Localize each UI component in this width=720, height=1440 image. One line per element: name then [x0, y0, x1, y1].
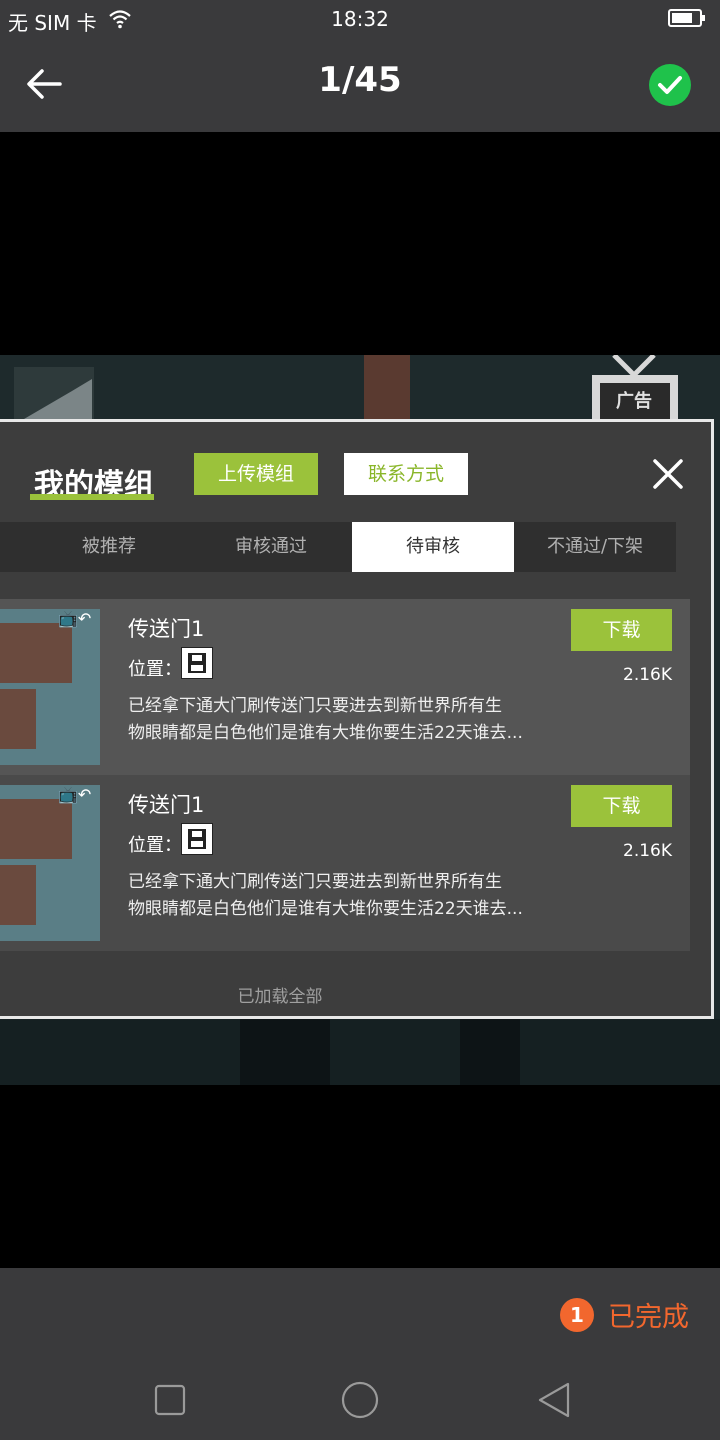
done-button[interactable]: 已完成	[608, 1295, 689, 1334]
mod-name: 传送门1	[128, 617, 205, 641]
svg-text:广告: 广告	[616, 390, 652, 412]
mod-list-item[interactable]: 📺↶ 传送门1 位置： 已经拿下通大门刷传送门只要进去到新世界所有生 物眼睛都是…	[0, 775, 690, 951]
tv-icon: 📺↶	[58, 609, 92, 628]
mod-name: 传送门1	[128, 793, 205, 817]
top-bar: 无 SIM 卡 18:32 1/45	[0, 0, 720, 132]
my-mods-panel: 我的模组 上传模组 联系方式 被推荐 审核通过 待审核 不通过/下架 📺↶ 传送…	[0, 419, 714, 1019]
home-icon[interactable]	[340, 1380, 380, 1420]
close-icon[interactable]	[652, 458, 684, 490]
game-background-block	[240, 1019, 330, 1085]
status-bar: 无 SIM 卡 18:32	[0, 0, 720, 40]
bottom-bar: 1 已完成	[0, 1268, 720, 1440]
contact-button[interactable]: 联系方式	[344, 453, 468, 495]
mod-thumbnail: 📺↶	[0, 609, 100, 765]
mod-thumbnail: 📺↶	[0, 785, 100, 941]
thumbnail-brick	[0, 689, 36, 749]
description-line: 物眼睛都是白色他们是谁有大堆你要生活22天谁去...	[128, 899, 523, 919]
download-button[interactable]: 下载	[571, 785, 672, 827]
back-triangle-icon[interactable]	[534, 1380, 574, 1420]
game-background-block	[460, 1019, 520, 1085]
done-count-badge[interactable]: 1	[560, 1298, 594, 1332]
location-label: 位置：	[128, 659, 182, 680]
location-label: 位置：	[128, 835, 182, 856]
nav-bar: 1/45	[0, 40, 720, 132]
all-loaded-footer: 已加载全部	[237, 987, 323, 1007]
description-line: 物眼睛都是白色他们是谁有大堆你要生活22天谁去...	[128, 723, 523, 743]
save-slot-icon	[181, 823, 213, 855]
mod-list-item[interactable]: 📺↶ 传送门1 位置： 已经拿下通大门刷传送门只要进去到新世界所有生 物眼睛都是…	[0, 599, 690, 775]
ad-tv-icon: 广告	[592, 355, 678, 419]
upload-mod-button[interactable]: 上传模组	[194, 453, 318, 495]
download-button[interactable]: 下载	[571, 609, 672, 651]
preview-image: 广告 我的模组 上传模组 联系方式 被推荐 审核通过 待审核 不通过/下架 📺↶…	[0, 355, 720, 1085]
tab-bar: 被推荐 审核通过 待审核 不通过/下架	[0, 522, 676, 572]
game-background-block	[364, 355, 410, 419]
tab-recommended[interactable]: 被推荐	[28, 522, 190, 572]
speaker-icon	[24, 379, 92, 419]
file-size: 2.16K	[623, 665, 672, 685]
tv-icon: 📺↶	[58, 785, 92, 804]
description-line: 已经拿下通大门刷传送门只要进去到新世界所有生	[128, 872, 502, 892]
thumbnail-brick	[0, 623, 72, 683]
tab-rejected[interactable]: 不通过/下架	[514, 522, 676, 572]
battery-icon	[668, 9, 705, 27]
page-counter: 1/45	[318, 60, 402, 100]
save-slot-icon	[181, 647, 213, 679]
description-line: 已经拿下通大门刷传送门只要进去到新世界所有生	[128, 696, 502, 716]
recent-apps-icon[interactable]	[150, 1380, 190, 1420]
mod-description: 已经拿下通大门刷传送门只要进去到新世界所有生 物眼睛都是白色他们是谁有大堆你要生…	[128, 869, 558, 923]
tab-approved[interactable]: 审核通过	[190, 522, 352, 572]
clock: 18:32	[331, 7, 389, 31]
game-background-block	[0, 1019, 720, 1085]
thumbnail-brick	[0, 865, 36, 925]
confirm-check-icon[interactable]	[649, 64, 691, 106]
mod-description: 已经拿下通大门刷传送门只要进去到新世界所有生 物眼睛都是白色他们是谁有大堆你要生…	[128, 693, 558, 747]
thumbnail-brick	[0, 799, 72, 859]
tab-pending[interactable]: 待审核	[352, 522, 514, 572]
file-size: 2.16K	[623, 841, 672, 861]
title-underline	[30, 494, 154, 500]
